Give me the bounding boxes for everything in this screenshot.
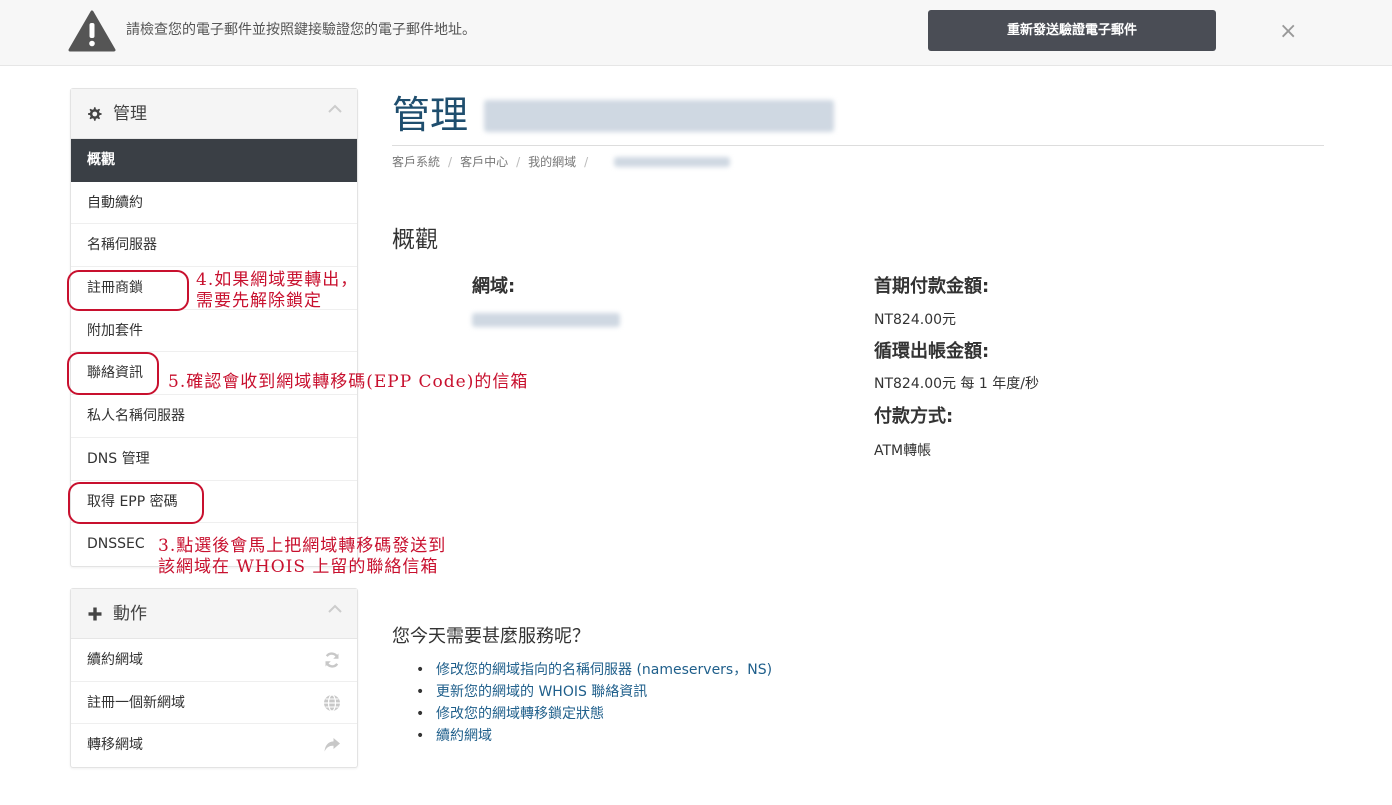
help-link-update-whois[interactable]: 更新您的網域的 WHOIS 聯絡資訊 [416,681,772,703]
email-verification-alert: 請檢查您的電子郵件並按照鍵接驗證您的電子郵件地址。 重新發送驗證電子郵件 × [0,0,1392,66]
breadcrumb-my-domains[interactable]: 我的網域 [528,155,576,169]
chevron-up-icon[interactable] [327,601,343,617]
breadcrumb-separator: / [448,155,453,169]
help-links-list: 修改您的網域指向的名稱伺服器 (nameservers，NS) 更新您的網域的 … [416,659,772,747]
gear-icon [88,107,102,121]
annotation-note-send-epp: 3.點選後會馬上把網域轉移碼發送到 該網域在 WHOIS 上留的聯絡信箱 [158,536,447,577]
first-payment-value: NT824.00元 [874,312,957,328]
sidebar-item-overview[interactable]: 概觀 [71,139,357,182]
action-label: 續約網域 [87,652,143,668]
help-link-modify-nameservers[interactable]: 修改您的網域指向的名稱伺服器 (nameservers，NS) [416,659,772,681]
annotation-circle-registrar-lock [67,270,189,311]
sidebar-item-nameservers[interactable]: 名稱伺服器 [71,224,357,268]
manage-panel-title: 管理 [113,104,147,124]
annotation-circle-contact-info [67,352,159,395]
help-link-transfer-lock[interactable]: 修改您的網域轉移鎖定狀態 [416,703,772,725]
actions-panel-title: 動作 [113,604,147,624]
close-icon[interactable]: × [1279,20,1297,44]
sidebar-item-private-nameservers[interactable]: 私人名稱伺服器 [71,395,357,438]
action-label: 註冊一個新網域 [87,694,185,711]
breadcrumb-client-area[interactable]: 客戶系統 [392,155,440,169]
redacted-domain-value [472,313,620,327]
recurring-amount-label: 循環出帳金額: [874,341,990,362]
warning-icon [68,10,116,52]
help-title: 您今天需要甚麼服務呢？ [392,626,590,647]
redacted-breadcrumb-domain [614,157,730,167]
recurring-amount-value: NT824.00元 每 1 年度/秒 [874,376,1039,392]
redacted-domain-title [484,100,834,132]
annotation-circle-epp-code [68,482,204,524]
action-label: 轉移網域 [87,737,143,754]
action-transfer-domain[interactable]: 轉移網域 [71,724,357,767]
help-link-renew-domain[interactable]: 續約網域 [416,725,772,747]
sidebar-item-addons[interactable]: 附加套件 [71,310,357,353]
sidebar-item-label: 概觀 [87,152,115,168]
actions-panel: 動作 續約網域 註冊一個新網域 轉移網域 [70,588,358,768]
resend-verification-button[interactable]: 重新發送驗證電子郵件 [928,10,1216,51]
sidebar-item-label: DNS 管理 [87,450,150,467]
sidebar-item-label: 自動續約 [87,194,143,211]
breadcrumb: 客戶系統 / 客戶中心 / 我的網域 / [392,154,596,170]
action-register-new-domain[interactable]: 註冊一個新網域 [71,682,357,725]
sidebar-item-dns-management[interactable]: DNS 管理 [71,438,357,481]
payment-method-label: 付款方式: [874,406,954,427]
sidebar-item-label: 名稱伺服器 [87,237,157,254]
sidebar-item-auto-renew[interactable]: 自動續約 [71,182,357,225]
manage-panel-header[interactable]: 管理 [71,89,357,139]
breadcrumb-separator: / [584,155,589,169]
action-renew-domain[interactable]: 續約網域 [71,639,357,682]
section-title-overview: 概觀 [392,227,438,253]
share-arrow-icon [324,738,340,752]
annotation-note-epp-email: 5.確認會收到網域轉移碼(EPP Code)的信箱 [168,372,529,392]
plus-icon [88,607,102,621]
sidebar-item-label: DNSSEC [87,536,145,553]
annotation-note-unlock: 4.如果網域要轉出， 需要先解除鎖定 [196,270,359,311]
chevron-up-icon[interactable] [327,101,343,117]
first-payment-label: 首期付款金額: [874,276,990,297]
domain-label: 網域: [472,276,516,297]
actions-panel-header[interactable]: 動作 [71,589,357,639]
sidebar-item-label: 私人名稱伺服器 [87,408,185,425]
payment-method-value: ATM轉帳 [874,443,932,459]
breadcrumb-separator: / [516,155,521,169]
breadcrumb-client-center[interactable]: 客戶中心 [460,155,508,169]
alert-message: 請檢查您的電子郵件並按照鍵接驗證您的電子郵件地址。 [126,22,476,38]
refresh-icon [325,652,339,668]
globe-icon [324,694,340,712]
page-title: 管理 [392,93,469,137]
sidebar-item-label: 附加套件 [87,322,143,339]
title-divider [392,145,1324,146]
